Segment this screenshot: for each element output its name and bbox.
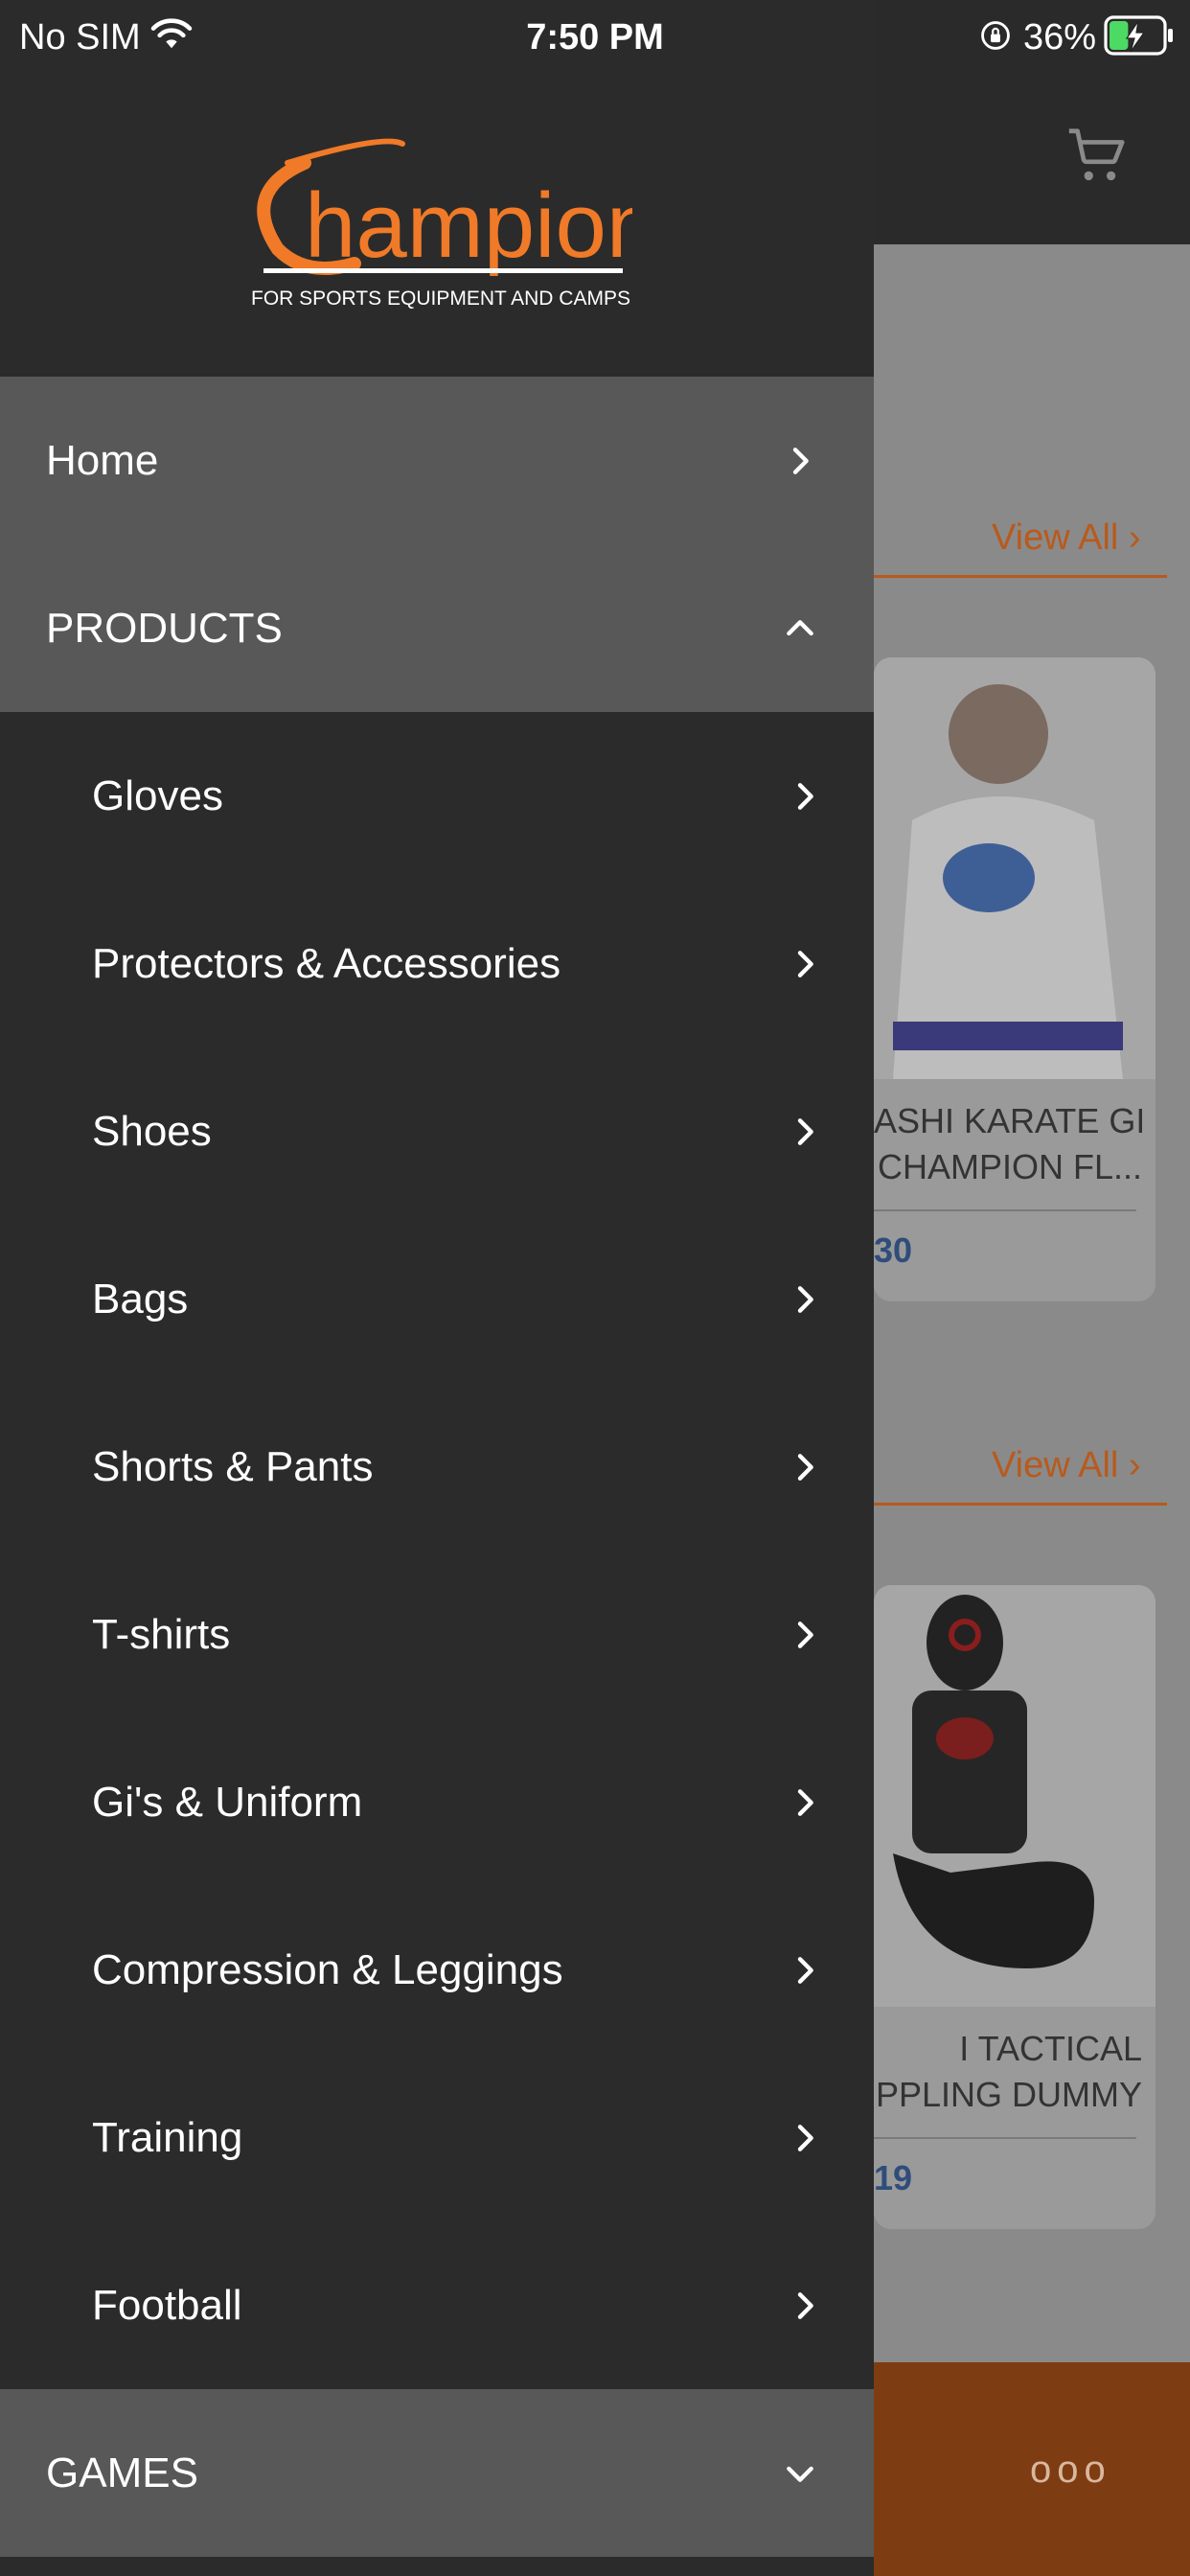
product-separator — [874, 1209, 1136, 1211]
navigation-drawer: hampion FOR SPORTS EQUIPMENT AND CAMPS H… — [0, 0, 874, 2576]
chevron-right-icon — [797, 2292, 813, 2319]
menu-item-protectors-accessories[interactable]: Protectors & Accessories — [0, 880, 874, 1047]
champion-logo: hampion FOR SPORTS EQUIPMENT AND CAMPS — [251, 138, 632, 310]
menu-item-label: PRODUCTS — [46, 605, 283, 652]
product-name-line: CHAMPION FL... — [877, 1147, 1142, 1186]
menu-item-label: Shorts & Pants — [92, 1443, 374, 1490]
menu-item-compression-leggings[interactable]: Compression & Leggings — [0, 1886, 874, 2054]
product-price: 19 — [874, 2158, 913, 2197]
product-name-line: ASHI KARATE GI — [874, 1101, 1142, 1140]
product-card[interactable]: ASHI KARATE GI CHAMPION FL... 30 — [874, 657, 1156, 1301]
product-name-line: PPLING DUMMY — [875, 2075, 1142, 2114]
menu-item-training[interactable]: Training — [0, 2054, 874, 2221]
chevron-right-icon — [797, 1957, 813, 1984]
chevron-right-icon — [797, 1286, 813, 1313]
status-bar: No SIM 7:50 PM 36% — [0, 0, 1190, 73]
chevron-right-icon — [797, 2125, 813, 2151]
product-price: 30 — [874, 1230, 913, 1270]
menu-item-label: T-shirts — [92, 1611, 231, 1658]
menu-item-label: Training — [92, 2114, 243, 2161]
menu-item-shoes[interactable]: Shoes — [0, 1047, 874, 1215]
orientation-lock-icon — [981, 21, 1010, 50]
more-icon[interactable]: ooo — [1030, 2449, 1111, 2492]
chevron-right-icon — [797, 1789, 813, 1816]
product-separator — [874, 2137, 1136, 2139]
chevron-right-icon — [797, 951, 813, 978]
chevron-right-icon — [797, 1454, 813, 1481]
section-divider — [874, 575, 1167, 578]
menu-item-football[interactable]: Football — [0, 2221, 874, 2389]
svg-text:FOR SPORTS EQUIPMENT AND CAMPS: FOR SPORTS EQUIPMENT AND CAMPS — [251, 288, 630, 310]
menu-item-label: Shoes — [92, 1108, 212, 1155]
menu-item-label: Gi's & Uniform — [92, 1779, 363, 1826]
cart-icon[interactable] — [1064, 123, 1131, 190]
menu-item-bags[interactable]: Bags — [0, 1215, 874, 1383]
battery-percent: 36% — [1023, 17, 1097, 58]
menu-item-t-shirts[interactable]: T-shirts — [0, 1551, 874, 1718]
menu-item-shorts-pants[interactable]: Shorts & Pants — [0, 1383, 874, 1551]
chevron-down-icon — [787, 2466, 813, 2482]
menu-item-label: Home — [46, 437, 159, 484]
menu-item-games[interactable]: GAMES — [0, 2389, 874, 2557]
chevron-right-icon — [797, 1118, 813, 1145]
svg-text:hampion: hampion — [305, 174, 632, 277]
product-name-line: I TACTICAL — [959, 2029, 1142, 2068]
view-all-link[interactable]: View All › — [992, 518, 1141, 559]
battery-charging-icon — [1104, 15, 1173, 56]
product-image — [874, 657, 1156, 1079]
menu-item-label: Compression & Leggings — [92, 1946, 563, 1993]
product-card[interactable]: I TACTICAL PPLING DUMMY 19 — [874, 1585, 1156, 2229]
menu-item-gi-s-uniform[interactable]: Gi's & Uniform — [0, 1718, 874, 1886]
menu-item-gloves[interactable]: Gloves — [0, 712, 874, 880]
view-all-link[interactable]: View All › — [992, 1445, 1141, 1486]
menu-item-products[interactable]: PRODUCTS — [0, 544, 874, 712]
menu-item-label: Bags — [92, 1276, 189, 1322]
menu-item-label: Gloves — [92, 772, 223, 819]
menu-item-label: Protectors & Accessories — [92, 940, 561, 987]
chevron-up-icon — [787, 620, 813, 636]
menu-item-label: GAMES — [46, 2450, 198, 2496]
product-image — [874, 1585, 1156, 2007]
section-divider — [874, 1503, 1167, 1506]
menu-item-label: Football — [92, 2282, 242, 2329]
chevron-right-icon — [797, 783, 813, 810]
chevron-right-icon — [797, 1622, 813, 1648]
chevron-right-icon — [792, 448, 809, 474]
menu-item-home[interactable]: Home — [0, 377, 874, 544]
